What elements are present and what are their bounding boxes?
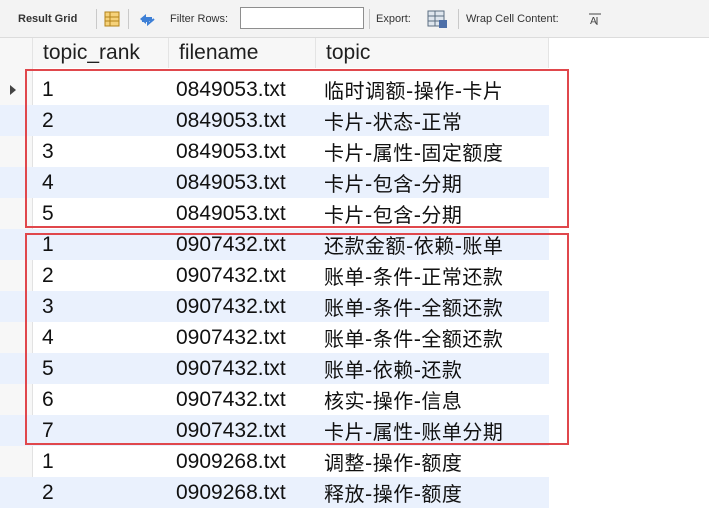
cell-topic[interactable]: 卡片-属性-账单分期 (324, 415, 503, 446)
export-label: Export: (376, 13, 411, 25)
cell-filename[interactable]: 0907432.txt (176, 415, 286, 446)
cell-topic-rank[interactable]: 5 (42, 353, 54, 384)
cell-filename[interactable]: 0907432.txt (176, 384, 286, 415)
table-row[interactable]: 4 0849053.txt 卡片-包含-分期 (0, 167, 549, 198)
filter-rows-label: Filter Rows: (170, 13, 229, 25)
cell-topic[interactable]: 账单-条件-正常还款 (324, 260, 503, 291)
toolbar-divider (128, 9, 129, 29)
cell-filename[interactable]: 0907432.txt (176, 260, 286, 291)
cell-filename[interactable]: 0907432.txt (176, 353, 286, 384)
cell-topic[interactable]: 核实-操作-信息 (324, 384, 462, 415)
refresh-icon[interactable] (137, 0, 157, 38)
column-header-filename[interactable]: filename (169, 38, 316, 68)
export-file-icon[interactable] (426, 0, 448, 38)
result-grid-label[interactable]: Result Grid (18, 0, 77, 38)
cell-filename[interactable]: 0849053.txt (176, 105, 286, 136)
table-row[interactable]: 1 0909268.txt 调整-操作-额度 (0, 446, 549, 477)
cell-topic[interactable]: 账单-条件-全额还款 (324, 291, 503, 322)
cell-topic-rank[interactable]: 2 (42, 260, 54, 291)
cell-filename[interactable]: 0907432.txt (176, 291, 286, 322)
cell-topic-rank[interactable]: 3 (42, 136, 54, 167)
table-row[interactable]: 3 0907432.txt 账单-条件-全额还款 (0, 291, 549, 322)
current-row-indicator-icon (10, 85, 16, 95)
column-header-topic-rank[interactable]: topic_rank (33, 38, 169, 68)
table-row[interactable]: 2 0849053.txt 卡片-状态-正常 (0, 105, 549, 136)
cell-filename[interactable]: 0849053.txt (176, 167, 286, 198)
cell-filename[interactable]: 0907432.txt (176, 322, 286, 353)
cell-topic[interactable]: 账单-条件-全额还款 (324, 322, 503, 353)
header-corner (0, 38, 33, 68)
grid-view-icon[interactable] (104, 0, 120, 38)
cell-topic-rank[interactable]: 3 (42, 291, 54, 322)
cell-filename[interactable]: 0849053.txt (176, 74, 286, 105)
cell-topic-rank[interactable]: 5 (42, 198, 54, 229)
cell-topic[interactable]: 账单-依赖-还款 (324, 353, 462, 384)
cell-topic-rank[interactable]: 6 (42, 384, 54, 415)
cell-topic[interactable]: 卡片-包含-分期 (324, 167, 462, 198)
cell-topic-rank[interactable]: 4 (42, 322, 54, 353)
cell-topic[interactable]: 卡片-属性-固定额度 (324, 136, 503, 167)
cell-filename[interactable]: 0909268.txt (176, 477, 286, 508)
cell-topic-rank[interactable]: 1 (42, 229, 54, 260)
table-row[interactable]: 1 0907432.txt 还款金额-依赖-账单 (0, 229, 549, 260)
table-row[interactable]: 2 0909268.txt 释放-操作-额度 (0, 477, 549, 508)
cell-topic-rank[interactable]: 4 (42, 167, 54, 198)
cell-topic[interactable]: 卡片-状态-正常 (324, 105, 462, 136)
column-header-topic[interactable]: topic (316, 38, 549, 68)
filter-rows-input[interactable] (240, 7, 364, 29)
toolbar-divider (369, 9, 370, 29)
cell-topic[interactable]: 调整-操作-额度 (324, 446, 462, 477)
wrap-text-icon[interactable]: A (587, 0, 603, 38)
result-grid-toolbar: Result Grid Filter Rows: Export: Wrap Ce… (0, 0, 709, 38)
cell-topic-rank[interactable]: 2 (42, 477, 54, 508)
table-row[interactable]: 5 0907432.txt 账单-依赖-还款 (0, 353, 549, 384)
cell-topic-rank[interactable]: 7 (42, 415, 54, 446)
table-row[interactable]: 6 0907432.txt 核实-操作-信息 (0, 384, 549, 415)
table-row[interactable]: 4 0907432.txt 账单-条件-全额还款 (0, 322, 549, 353)
toolbar-divider (96, 9, 97, 29)
table-row[interactable]: 7 0907432.txt 卡片-属性-账单分期 (0, 415, 549, 446)
cell-topic[interactable]: 卡片-包含-分期 (324, 198, 462, 229)
cell-topic[interactable]: 释放-操作-额度 (324, 477, 462, 508)
grid-header-row: topic_rank filename topic (0, 38, 549, 68)
toolbar-divider (458, 9, 459, 29)
cell-filename[interactable]: 0907432.txt (176, 229, 286, 260)
wrap-cell-label: Wrap Cell Content: (466, 13, 559, 25)
cell-filename[interactable]: 0849053.txt (176, 198, 286, 229)
cell-filename[interactable]: 0909268.txt (176, 446, 286, 477)
table-row[interactable]: 3 0849053.txt 卡片-属性-固定额度 (0, 136, 549, 167)
cell-topic-rank[interactable]: 2 (42, 105, 54, 136)
svg-text:A: A (590, 16, 597, 27)
cell-topic[interactable]: 还款金额-依赖-账单 (324, 229, 503, 260)
cell-topic[interactable]: 临时调额-操作-卡片 (324, 74, 503, 105)
cell-topic-rank[interactable]: 1 (42, 446, 54, 477)
table-row[interactable]: 2 0907432.txt 账单-条件-正常还款 (0, 260, 549, 291)
cell-topic-rank[interactable]: 1 (42, 74, 54, 105)
result-grid[interactable]: topic_rank filename topic 1 0849053.txt … (0, 38, 709, 508)
cell-filename[interactable]: 0849053.txt (176, 136, 286, 167)
table-row[interactable]: 5 0849053.txt 卡片-包含-分期 (0, 198, 549, 229)
table-row[interactable]: 1 0849053.txt 临时调额-操作-卡片 (0, 74, 549, 105)
